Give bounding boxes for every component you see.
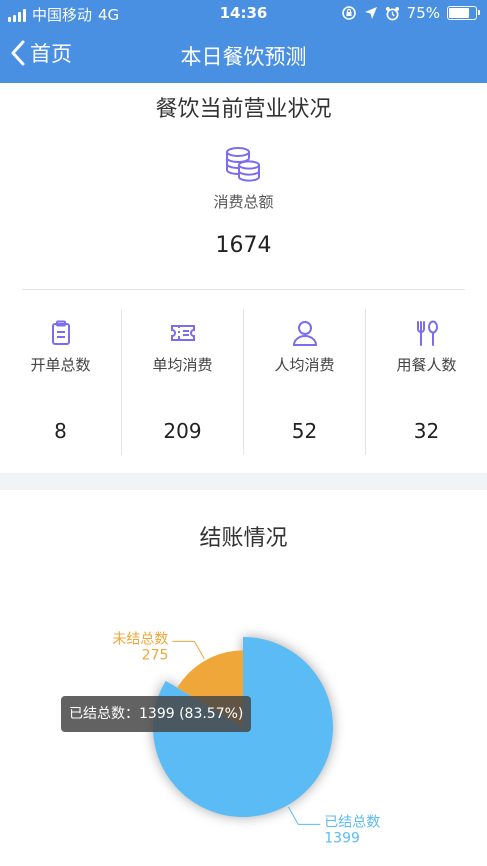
stats-row: 开单总数 8 单均消费 209 人均消费 52 用餐人数 32 xyxy=(0,309,487,455)
pie-leader-line xyxy=(287,806,321,825)
total-value: 1674 xyxy=(215,233,272,258)
divider xyxy=(22,289,465,290)
status-bar: 中国移动 4G 14:36 75% xyxy=(0,0,487,28)
stat-value: 52 xyxy=(291,419,318,443)
stat-value: 209 xyxy=(163,419,202,443)
checkout-pie-chart: 已结总数1399 未结总数275 xyxy=(112,631,380,846)
stat-avg-per-order: 单均消费 209 xyxy=(121,309,243,455)
pie-label: 已结总数 xyxy=(324,814,380,830)
stat-value: 32 xyxy=(413,419,440,443)
page-title: 本日餐饮预测 xyxy=(180,45,307,69)
pie-leader-line xyxy=(172,640,205,659)
stat-avg-per-person: 人均消费 52 xyxy=(243,309,365,455)
clipboard-icon xyxy=(51,320,70,345)
rotation-lock-icon xyxy=(341,6,356,20)
checkout-card: 结账情况 已结总数 1399 未结总数 275 已结总数：1399 (83.57%) xyxy=(0,490,487,866)
pie-value-label: 1399 xyxy=(324,830,360,846)
stat-label: 单均消费 xyxy=(152,356,213,374)
stat-diner-count: 用餐人数 32 xyxy=(365,309,487,455)
stat-label: 开单总数 xyxy=(30,356,91,374)
stat-label: 用餐人数 xyxy=(396,356,457,374)
stat-label: 人均消费 xyxy=(274,356,335,374)
location-icon xyxy=(364,7,377,19)
alarm-icon xyxy=(385,6,399,20)
nav-bar: 首页 本日餐饮预测 xyxy=(0,28,487,83)
battery-icon xyxy=(447,6,480,20)
coins-icon xyxy=(226,147,260,182)
pie-label: 未结总数 xyxy=(112,631,168,647)
overview-card: 餐饮当前营业状况 消费总额 1674 开单总数 8 单均消费 209 人均消费 … xyxy=(0,83,487,473)
ticket-icon xyxy=(170,325,195,341)
fork-spoon-icon xyxy=(416,320,438,346)
battery-percent: 75% xyxy=(406,4,440,22)
person-icon xyxy=(292,321,317,346)
stat-value: 8 xyxy=(54,419,67,443)
stat-order-count: 开单总数 8 xyxy=(0,309,121,455)
status-right: 75% xyxy=(341,4,480,22)
pie-value-label: 275 xyxy=(142,647,169,663)
overview-title: 餐饮当前营业状况 xyxy=(155,97,332,122)
total-label: 消费总额 xyxy=(213,193,274,211)
pie-tooltip: 已结总数：1399 (83.57%) xyxy=(61,696,252,732)
